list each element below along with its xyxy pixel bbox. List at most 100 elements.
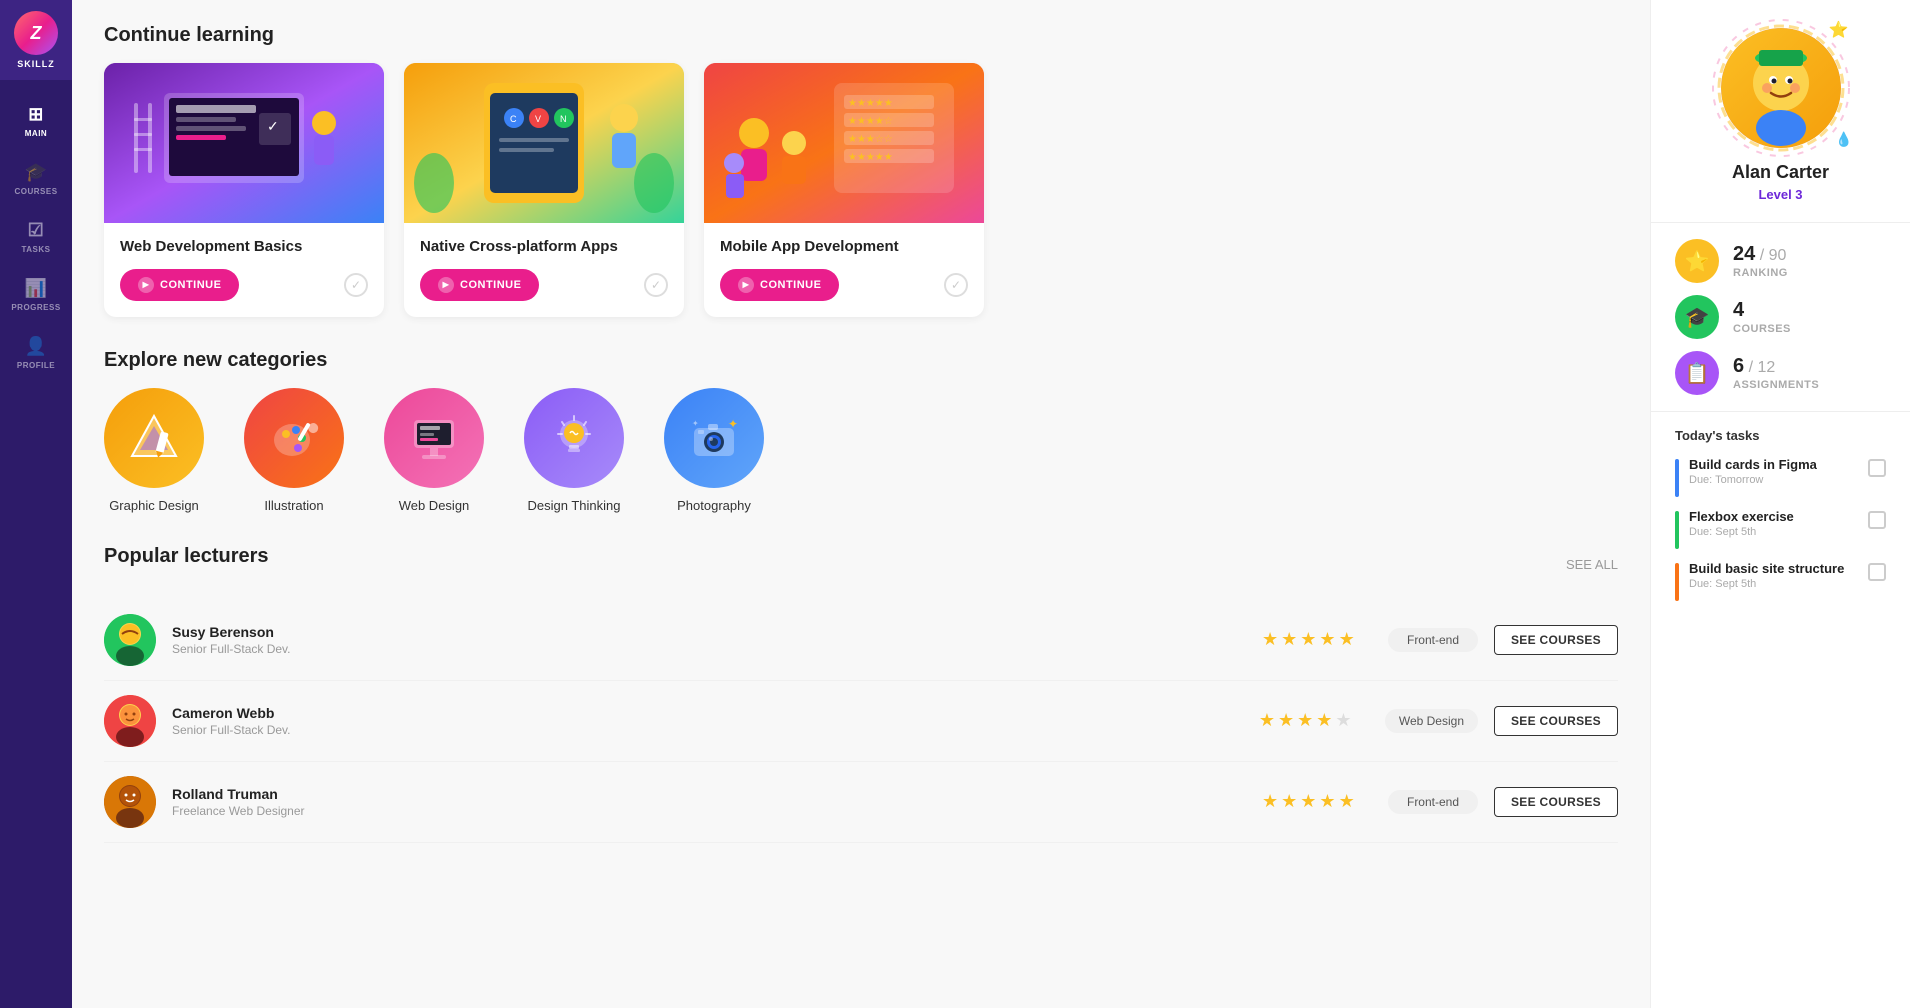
courses-stat-label: COURSES [1733, 323, 1791, 335]
lecturer-row-cameron: Cameron Webb Senior Full-Stack Dev. ★ ★ … [104, 681, 1618, 762]
app-name: SKILLZ [17, 59, 55, 69]
design-thinking-svg [544, 408, 604, 468]
profile-name: Alan Carter [1732, 162, 1829, 183]
ranking-label: RANKING [1733, 267, 1788, 279]
category-graphic-design[interactable]: Graphic Design [104, 388, 204, 513]
profile-section: ⭐ 💧 Alan Carter Level 3 [1651, 0, 1910, 223]
play-icon-3: ▶ [738, 277, 754, 293]
assignments-info: 6 / 12 ASSIGNMENTS [1733, 355, 1819, 391]
star1: ★ [1262, 629, 1278, 650]
task-checkbox-1[interactable] [1868, 459, 1886, 477]
tasks-section: Today's tasks Build cards in Figma Due: … [1651, 412, 1910, 629]
photography-label: Photography [677, 498, 751, 513]
star2: ★ [1278, 710, 1294, 731]
see-all-link[interactable]: SEE ALL [1566, 557, 1618, 572]
continue-btn-1[interactable]: ▶ CONTINUE [120, 269, 239, 301]
name-rolland: Rolland Truman [172, 786, 1246, 802]
assignments-icon: 📋 [1675, 351, 1719, 395]
role-susy: Senior Full-Stack Dev. [172, 642, 1246, 656]
ranking-value: 24 [1733, 243, 1755, 265]
star5-empty: ★ [1335, 710, 1351, 731]
progress-label: PROGRESS [11, 303, 60, 312]
sidebar-item-profile[interactable]: 👤 PROFILE [0, 322, 72, 380]
progress-icon: 📊 [25, 278, 48, 299]
main-content: Continue learning [72, 0, 1650, 1008]
continue-btn-3[interactable]: ▶ CONTINUE [720, 269, 839, 301]
info-susy: Susy Berenson Senior Full-Stack Dev. [172, 624, 1246, 656]
task-item-2: Flexbox exercise Due: Sept 5th [1675, 509, 1886, 549]
svg-text:★★★★☆: ★★★★☆ [848, 116, 893, 127]
profile-icon: 👤 [25, 336, 48, 357]
star5: ★ [1339, 791, 1355, 812]
courses-label: COURSES [14, 187, 57, 196]
category-illustration[interactable]: Illustration [244, 388, 344, 513]
main-icon: ⊞ [28, 104, 44, 125]
profile-avatar-wrap: ⭐ 💧 [1721, 28, 1841, 148]
course-card-web-dev: ✓ Web Development Basics [104, 63, 384, 317]
assignments-denom: / 12 [1749, 359, 1776, 376]
card-illustration-3: ★★★★★ ★★★★☆ ★★★☆☆ ★★★★★ [704, 63, 984, 223]
star3: ★ [1297, 710, 1313, 731]
stars-susy: ★ ★ ★ ★ ★ [1262, 629, 1372, 650]
name-cameron: Cameron Webb [172, 705, 1243, 721]
card-image-mobile: ★★★★★ ★★★★☆ ★★★☆☆ ★★★★★ [704, 63, 984, 223]
category-web-design[interactable]: Web Design [384, 388, 484, 513]
category-design-thinking[interactable]: Design Thinking [524, 388, 624, 513]
graphic-design-svg [124, 408, 184, 468]
courses-icon: 🎓 [25, 162, 48, 183]
see-courses-btn-susy[interactable]: SEE COURSES [1494, 625, 1618, 655]
sidebar-item-courses[interactable]: 🎓 COURSES [0, 148, 72, 206]
star4: ★ [1319, 791, 1335, 812]
tasks-header-label: Today's tasks [1675, 428, 1886, 443]
avatar-susy [104, 614, 156, 666]
svg-text:★★★☆☆: ★★★☆☆ [848, 134, 893, 145]
category-photography[interactable]: ✦ ✦ Photography [664, 388, 764, 513]
sidebar-item-progress[interactable]: 📊 PROGRESS [0, 264, 72, 322]
star3: ★ [1300, 629, 1316, 650]
tasks-label: TASKS [21, 245, 50, 254]
sidebar-item-tasks[interactable]: ☑ TASKS [0, 206, 72, 264]
ranking-denom: / 90 [1760, 247, 1787, 264]
continue-label-3: CONTINUE [760, 279, 821, 291]
illustration-label: Illustration [264, 498, 323, 513]
star3: ★ [1300, 791, 1316, 812]
profile-level: Level 3 [1758, 187, 1802, 202]
profile-label: PROFILE [17, 361, 55, 370]
sidebar-item-main[interactable]: ⊞ MAIN [0, 90, 72, 148]
star1: ★ [1262, 791, 1278, 812]
complete-check-3: ✓ [944, 273, 968, 297]
svg-text:★★★★★: ★★★★★ [848, 152, 893, 163]
lecturer-row-rolland: Rolland Truman Freelance Web Designer ★ … [104, 762, 1618, 843]
task-title-2: Flexbox exercise [1689, 509, 1858, 524]
continue-learning-title: Continue learning [104, 24, 1618, 47]
web-design-icon-bg [384, 388, 484, 488]
task-checkbox-3[interactable] [1868, 563, 1886, 581]
course-card-mobile: ★★★★★ ★★★★☆ ★★★☆☆ ★★★★★ [704, 63, 984, 317]
task-checkbox-2[interactable] [1868, 511, 1886, 529]
ranking-info: 24 / 90 RANKING [1733, 243, 1788, 279]
avatar-cameron [104, 695, 156, 747]
decor-drop: 💧 [1835, 131, 1852, 148]
tag-cameron: Web Design [1385, 709, 1478, 733]
web-design-svg [404, 408, 464, 468]
logo-container[interactable]: Z SKILLZ [0, 0, 72, 80]
card-illustration-1: ✓ [104, 63, 384, 223]
nav-menu: ⊞ MAIN 🎓 COURSES ☑ TASKS 📊 PROGRESS 👤 PR… [0, 90, 72, 380]
lecturer-row-susy: Susy Berenson Senior Full-Stack Dev. ★ ★… [104, 600, 1618, 681]
graphic-design-label: Graphic Design [109, 498, 199, 513]
task-bar-3 [1675, 563, 1679, 601]
tag-rolland: Front-end [1388, 790, 1478, 814]
svg-text:N: N [560, 114, 567, 124]
card-body-3: Mobile App Development ▶ CONTINUE ✓ [704, 223, 984, 317]
categories-row: Graphic Design Illus [104, 388, 1618, 513]
task-item-1: Build cards in Figma Due: Tomorrow [1675, 457, 1886, 497]
courses-stat-info: 4 COURSES [1733, 299, 1791, 335]
card-title-3: Mobile App Development [720, 237, 968, 257]
see-courses-btn-cameron[interactable]: SEE COURSES [1494, 706, 1618, 736]
complete-check-2: ✓ [644, 273, 668, 297]
star2: ★ [1281, 791, 1297, 812]
continue-label-2: CONTINUE [460, 279, 521, 291]
task-text-2: Flexbox exercise Due: Sept 5th [1689, 509, 1858, 538]
continue-btn-2[interactable]: ▶ CONTINUE [420, 269, 539, 301]
see-courses-btn-rolland[interactable]: SEE COURSES [1494, 787, 1618, 817]
